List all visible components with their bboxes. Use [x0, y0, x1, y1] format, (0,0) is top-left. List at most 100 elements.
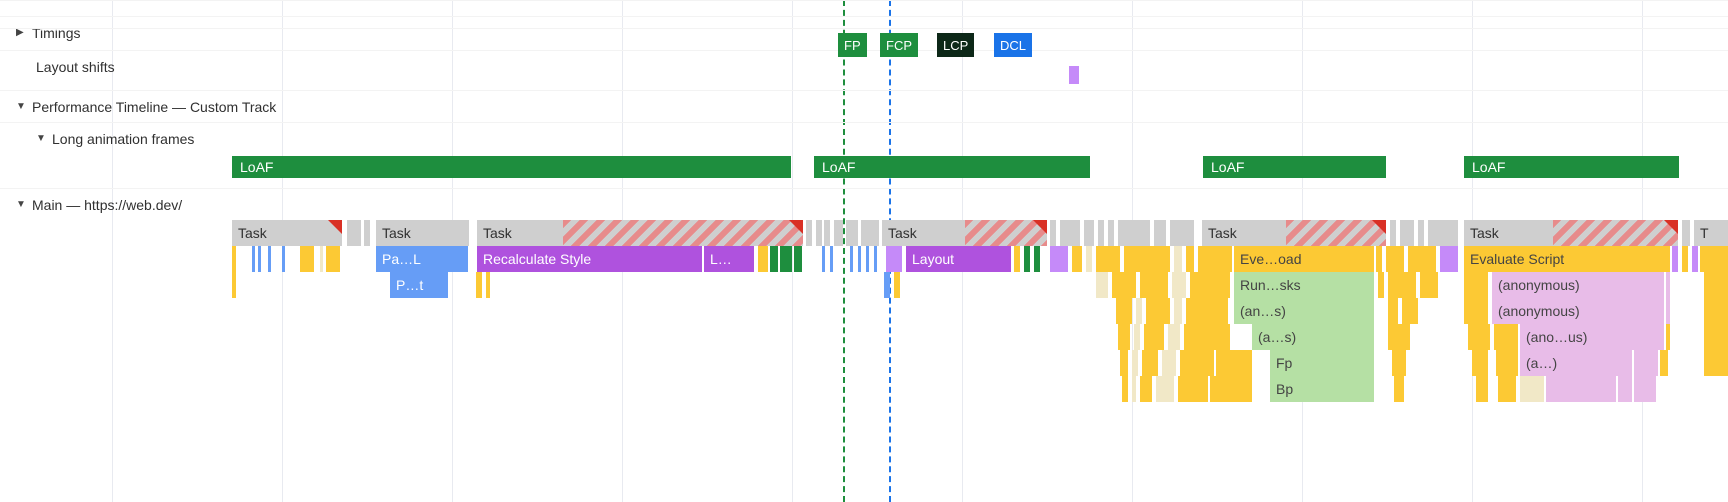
- flame-entry[interactable]: [282, 246, 285, 272]
- flame-entry[interactable]: Task: [477, 220, 803, 246]
- flame-entry[interactable]: [1394, 376, 1404, 402]
- flame-entry[interactable]: [1120, 350, 1128, 376]
- flame-entry[interactable]: [1388, 298, 1398, 324]
- loaf-entry[interactable]: LoAF: [1203, 156, 1386, 178]
- flame-entry[interactable]: [1390, 220, 1396, 246]
- flame-entry[interactable]: [1154, 220, 1166, 246]
- flame-entry[interactable]: [252, 246, 255, 272]
- flame-entry[interactable]: [1520, 376, 1544, 402]
- flame-entry[interactable]: [1388, 272, 1416, 298]
- flame-entry[interactable]: [816, 220, 822, 246]
- flame-entry[interactable]: [1440, 246, 1458, 272]
- flame-entry[interactable]: [1172, 272, 1186, 298]
- flame-entry[interactable]: [1180, 350, 1214, 376]
- flame-entry[interactable]: [1700, 246, 1728, 272]
- flame-entry[interactable]: [1428, 220, 1458, 246]
- perf-timeline-header[interactable]: ▼ Performance Timeline — Custom Track: [0, 90, 1728, 122]
- flame-entry[interactable]: [1162, 350, 1176, 376]
- flame-entry[interactable]: [1050, 220, 1056, 246]
- flame-entry[interactable]: (ano…us): [1520, 324, 1664, 350]
- flame-entry[interactable]: [1186, 298, 1228, 324]
- flame-entry[interactable]: Evaluate Script: [1464, 246, 1670, 272]
- flame-entry[interactable]: [347, 220, 361, 246]
- flame-entry[interactable]: [1494, 324, 1518, 350]
- flame-entry[interactable]: [1118, 220, 1150, 246]
- flame-entry[interactable]: [794, 246, 802, 272]
- fcp-marker[interactable]: FCP: [880, 33, 918, 57]
- flame-entry[interactable]: [1376, 246, 1382, 272]
- flame-entry[interactable]: [824, 220, 830, 246]
- flame-entry[interactable]: (an…s): [1234, 298, 1374, 324]
- flame-entry[interactable]: [1496, 350, 1518, 376]
- flame-entry[interactable]: [1420, 272, 1438, 298]
- flame-entry[interactable]: [1190, 272, 1230, 298]
- flame-entry[interactable]: [1186, 246, 1194, 272]
- flame-entry[interactable]: [258, 246, 261, 272]
- flame-entry[interactable]: [1184, 324, 1230, 350]
- flame-entry[interactable]: [1682, 220, 1690, 246]
- flame-entry[interactable]: Task: [882, 220, 1047, 246]
- fp-marker[interactable]: FP: [838, 33, 867, 57]
- flame-entry[interactable]: [1014, 246, 1020, 272]
- flame-entry[interactable]: [1086, 246, 1092, 272]
- flame-entry[interactable]: Layout: [906, 246, 1011, 272]
- flame-entry[interactable]: [1156, 376, 1174, 402]
- flame-entry[interactable]: [780, 246, 792, 272]
- flame-entry[interactable]: [1168, 324, 1180, 350]
- flame-entry[interactable]: [1704, 324, 1728, 350]
- flame-entry[interactable]: [1122, 376, 1128, 402]
- flame-entry[interactable]: [1408, 246, 1436, 272]
- flame-entry[interactable]: [1140, 272, 1168, 298]
- flame-entry[interactable]: [758, 246, 768, 272]
- flame-entry[interactable]: [861, 220, 879, 246]
- flame-entry[interactable]: [1386, 246, 1404, 272]
- flame-entry[interactable]: [822, 246, 825, 272]
- flame-entry[interactable]: [1034, 246, 1040, 272]
- flame-entry[interactable]: [1666, 272, 1670, 298]
- layout-shifts-row[interactable]: [0, 64, 1728, 88]
- flame-entry[interactable]: Recalculate Style: [477, 246, 702, 272]
- flame-entry[interactable]: [866, 246, 869, 272]
- flame-entry[interactable]: [806, 220, 812, 246]
- timings-row[interactable]: FP FCP LCP DCL: [0, 28, 1728, 60]
- loaf-row[interactable]: LoAFLoAFLoAFLoAF: [0, 154, 1728, 180]
- flame-entry[interactable]: [476, 272, 482, 298]
- long-anim-header[interactable]: ▼ Long animation frames: [0, 122, 1728, 154]
- loaf-entry[interactable]: LoAF: [1464, 156, 1679, 178]
- flame-entry[interactable]: [232, 246, 236, 272]
- flame-entry[interactable]: [1468, 324, 1490, 350]
- lcp-marker[interactable]: LCP: [937, 33, 974, 57]
- flame-entry[interactable]: [232, 272, 236, 298]
- flame-entry[interactable]: [1704, 272, 1728, 298]
- flame-entry[interactable]: [886, 246, 902, 272]
- flame-entry[interactable]: [884, 272, 890, 298]
- loaf-entry[interactable]: LoAF: [814, 156, 1090, 178]
- flame-entry[interactable]: [1618, 376, 1632, 402]
- flame-entry[interactable]: [846, 220, 858, 246]
- flame-entry[interactable]: [1704, 298, 1728, 324]
- flame-entry[interactable]: [1660, 350, 1668, 376]
- flame-entry[interactable]: [1216, 350, 1252, 376]
- flame-entry[interactable]: [1116, 298, 1132, 324]
- flame-entry[interactable]: [1024, 246, 1030, 272]
- flame-entry[interactable]: Task: [1464, 220, 1678, 246]
- flame-entry[interactable]: [268, 246, 271, 272]
- flame-entry[interactable]: [300, 246, 314, 272]
- flame-entry[interactable]: [1704, 350, 1728, 376]
- flame-entry[interactable]: (anonymous): [1492, 272, 1664, 298]
- flame-entry[interactable]: [320, 246, 323, 272]
- main-flame-chart[interactable]: TaskTaskTaskTaskTaskTaskTPa…LRecalculate…: [0, 220, 1728, 402]
- flame-entry[interactable]: [858, 246, 861, 272]
- flame-entry[interactable]: Bp: [1270, 376, 1374, 402]
- flame-entry[interactable]: [1682, 246, 1688, 272]
- flame-entry[interactable]: [1476, 376, 1488, 402]
- flame-entry[interactable]: [1096, 246, 1120, 272]
- flame-entry[interactable]: [326, 246, 340, 272]
- flame-entry[interactable]: [1108, 220, 1114, 246]
- flame-entry[interactable]: [1210, 376, 1252, 402]
- flame-entry[interactable]: [1098, 220, 1104, 246]
- flame-entry[interactable]: [1464, 272, 1488, 298]
- flame-entry[interactable]: [1198, 246, 1232, 272]
- flame-entry[interactable]: [1146, 298, 1170, 324]
- flame-entry[interactable]: [894, 272, 900, 298]
